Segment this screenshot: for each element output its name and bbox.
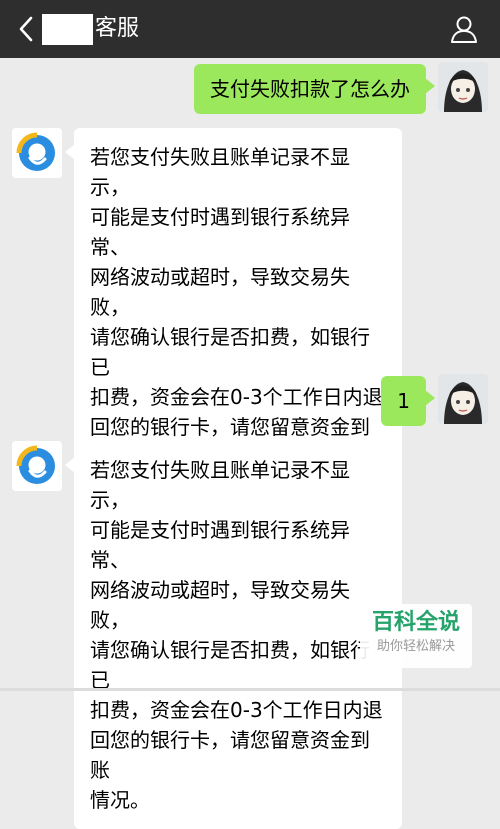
watermark-subtitle: 助你轻松解决 (376, 639, 455, 654)
avatar[interactable] (438, 62, 488, 112)
page-title: 客服 (95, 16, 140, 41)
chevron-left-icon (19, 16, 33, 42)
watermark-title: 百科全说 (371, 610, 460, 635)
message-bubble-user[interactable]: 1 (381, 376, 435, 426)
message-row: 1 (0, 374, 500, 430)
redacted-name (42, 14, 93, 45)
top-bar: 客服 (0, 0, 500, 58)
avatar[interactable] (438, 374, 488, 424)
avatar[interactable] (12, 441, 62, 491)
message-text: 1 (397, 389, 410, 413)
user-avatar-icon (438, 62, 488, 112)
message-row: 支付失败扣款了怎么办 (0, 62, 500, 118)
back-button[interactable] (14, 14, 38, 44)
message-row: 若您支付失败且账单记录不显示， 可能是支付时遇到银行系统异常、 网络波动或超时，… (0, 128, 500, 516)
person-icon (451, 16, 477, 43)
message-text: 支付失败扣款了怎么办 (210, 77, 410, 101)
message-bubble-bot[interactable]: 若您支付失败且账单记录不显示， 可能是支付时遇到银行系统异常、 网络波动或超时，… (65, 441, 402, 829)
bot-avatar-icon (12, 441, 62, 491)
user-avatar-icon (438, 374, 488, 424)
watermark: 百科全说 助你轻松解决 (360, 604, 472, 668)
message-text: 若您支付失败且账单记录不显示， 可能是支付时遇到银行系统异常、 网络波动或超时，… (90, 458, 383, 812)
avatar[interactable] (12, 128, 62, 178)
profile-button[interactable] (447, 12, 481, 46)
message-bubble-user[interactable]: 支付失败扣款了怎么办 (194, 64, 435, 114)
bot-avatar-icon (12, 128, 62, 178)
